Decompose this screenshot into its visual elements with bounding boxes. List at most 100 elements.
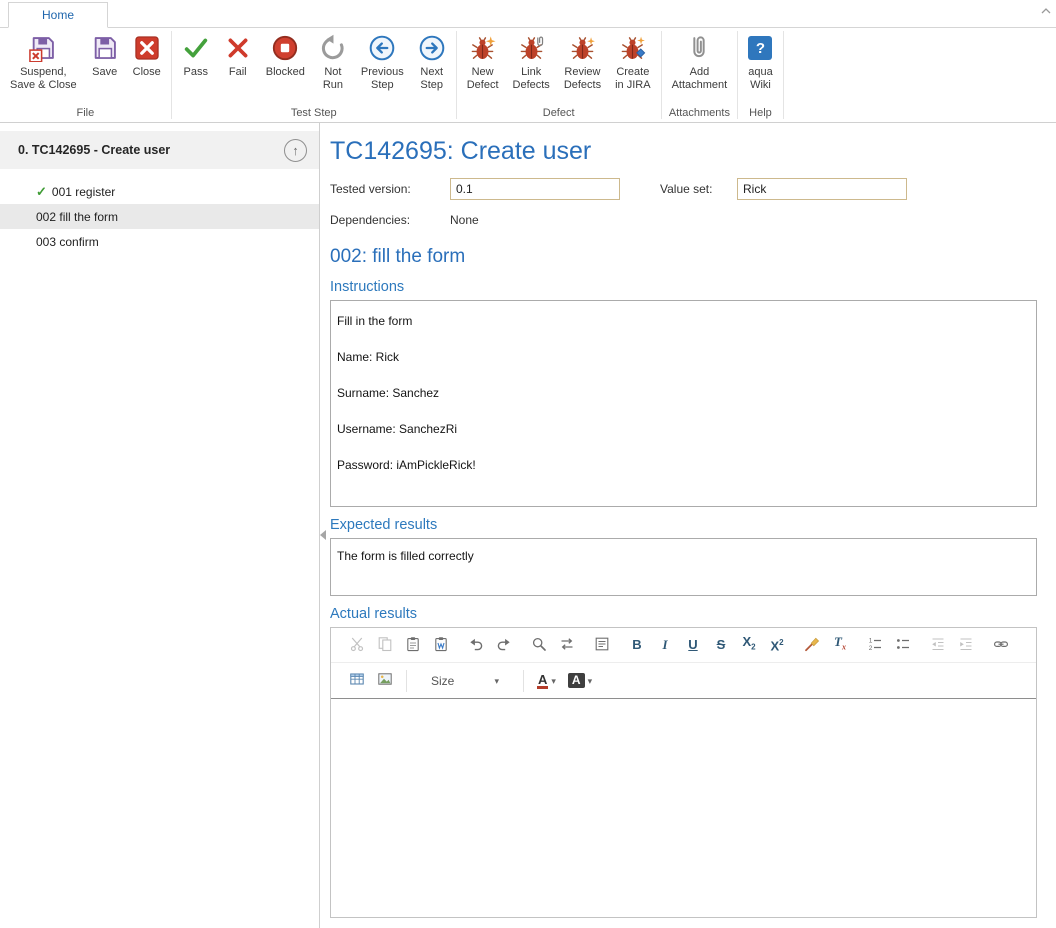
value-set-input[interactable] [737, 178, 907, 200]
button-label: Blocked [266, 66, 305, 79]
remove-format-button[interactable]: Tx [827, 632, 853, 658]
paste-button[interactable] [400, 632, 426, 658]
font-size-dropdown[interactable]: Size ▾ [426, 669, 504, 693]
version-valueset-row: Tested version: Value set: [330, 178, 1037, 200]
ribbon-group-defect: New Defect Link D [457, 28, 661, 122]
actual-results-heading: Actual results [330, 604, 1037, 624]
numbered-list-button[interactable]: 12 [862, 632, 888, 658]
jira-bug-icon [619, 32, 646, 64]
redo-button[interactable] [491, 632, 517, 658]
paperclip-icon [685, 32, 713, 64]
ribbon: Home Suspend, Save & Close [0, 0, 1056, 123]
save-suspend-icon [29, 32, 57, 64]
background-color-button[interactable]: A ▾ [568, 673, 592, 688]
tested-version-input[interactable] [450, 178, 620, 200]
svg-text:2: 2 [869, 644, 873, 651]
link-defects-button[interactable]: Link Defects [506, 29, 557, 106]
copy-button[interactable] [372, 632, 398, 658]
italic-button[interactable]: I [652, 632, 678, 658]
paste-from-word-button[interactable] [428, 632, 454, 658]
instruction-paragraph: Fill in the form [337, 311, 1030, 331]
text-color-button[interactable]: A ▾ [537, 673, 556, 689]
button-label: Save [92, 66, 117, 79]
collapse-up-icon[interactable]: ↑ [284, 139, 307, 162]
add-attachment-button[interactable]: Add Attachment [665, 29, 735, 106]
not-run-button[interactable]: Not Run [312, 29, 354, 106]
subscript-button[interactable]: X2 [736, 632, 762, 658]
step-passed-check-icon: ✓ [36, 184, 47, 200]
increase-indent-button[interactable] [953, 632, 979, 658]
step-list: ✓ 001 register 002 fill the form 003 con… [0, 179, 319, 254]
cut-icon [349, 636, 365, 655]
close-button[interactable]: Close [126, 29, 168, 106]
expected-results-box: The form is filled correctly [330, 538, 1037, 596]
numbered-list-icon: 12 [867, 636, 883, 655]
select-all-button[interactable] [589, 632, 615, 658]
ribbon-group-attachments: Add Attachment Attachments [662, 28, 738, 122]
save-button[interactable]: Save [84, 29, 126, 106]
replace-button[interactable] [554, 632, 580, 658]
instruction-paragraph: Name: Rick [337, 347, 1030, 367]
scrollbar-up-icon[interactable] [1041, 3, 1051, 17]
sidebar-item-step-003[interactable]: 003 confirm [0, 229, 319, 254]
insert-image-button[interactable] [372, 668, 398, 694]
insert-table-button[interactable] [344, 668, 370, 694]
ribbon-group-help: ? aqua Wiki Help [738, 28, 782, 122]
decrease-indent-button[interactable] [925, 632, 951, 658]
bullet-list-icon [895, 636, 911, 655]
ribbon-group-label: Help [738, 106, 782, 122]
format-brush-icon [804, 636, 820, 655]
strikethrough-button[interactable]: S [708, 632, 734, 658]
copy-icon [377, 636, 393, 655]
instructions-heading: Instructions [330, 277, 1037, 297]
bullet-list-button[interactable] [890, 632, 916, 658]
aqua-wiki-button[interactable]: ? aqua Wiki [741, 29, 779, 106]
link-chain-icon [993, 636, 1009, 655]
cut-button[interactable] [344, 632, 370, 658]
button-label: Suspend, Save & Close [10, 66, 77, 92]
test-execution-panel: TC142695: Create user Tested version: Va… [321, 123, 1056, 928]
test-step-sidebar: 0. TC142695 - Create user ↑ ✓ 001 regist… [0, 123, 320, 928]
sidebar-item-step-002[interactable]: 002 fill the form [0, 204, 319, 229]
previous-step-button[interactable]: Previous Step [354, 29, 411, 106]
decrease-indent-icon [930, 636, 946, 655]
pass-button[interactable]: Pass [175, 29, 217, 106]
suspend-save-close-button[interactable]: Suspend, Save & Close [3, 29, 84, 106]
link-defects-bug-icon [518, 32, 545, 64]
bold-button[interactable]: B [624, 632, 650, 658]
find-button[interactable] [526, 632, 552, 658]
instruction-paragraph: Username: SanchezRi [337, 419, 1030, 439]
tab-home[interactable]: Home [8, 2, 108, 28]
button-label: Add Attachment [672, 66, 728, 92]
blocked-button[interactable]: Blocked [259, 29, 312, 106]
step-label: 001 register [52, 185, 115, 199]
ribbon-group-file: Suspend, Save & Close Save [0, 28, 171, 122]
copy-formatting-button[interactable] [799, 632, 825, 658]
image-icon [377, 671, 393, 690]
next-step-button[interactable]: Next Step [411, 29, 453, 106]
underline-button[interactable]: U [680, 632, 706, 658]
ribbon-group-label: Test Step [172, 106, 456, 122]
insert-link-button[interactable] [988, 632, 1014, 658]
next-arrow-icon [418, 32, 446, 64]
fail-button[interactable]: Fail [217, 29, 259, 106]
dependencies-label: Dependencies: [330, 213, 450, 227]
chevron-down-icon: ▾ [588, 676, 593, 686]
strikethrough-icon: S [717, 638, 726, 652]
superscript-button[interactable]: X2 [764, 632, 790, 658]
actual-results-editor: B I U S X2 X2 Tx 12 [330, 627, 1037, 918]
undo-button[interactable] [463, 632, 489, 658]
chevron-down-icon: ▾ [551, 676, 556, 686]
close-icon [133, 32, 161, 64]
ribbon-tab-row: Home [0, 0, 1056, 27]
italic-icon: I [662, 638, 667, 652]
new-defect-button[interactable]: New Defect [460, 29, 506, 106]
text-color-icon: A [537, 673, 548, 689]
create-in-jira-button[interactable]: Create in JIRA [608, 29, 657, 106]
test-case-header-label: 0. TC142695 - Create user [18, 143, 170, 157]
editor-content[interactable] [331, 699, 1036, 917]
sidebar-item-step-001[interactable]: ✓ 001 register [0, 179, 319, 204]
splitter-collapse-arrow[interactable] [320, 530, 326, 540]
dependencies-value: None [450, 213, 479, 227]
review-defects-button[interactable]: Review Defects [557, 29, 608, 106]
